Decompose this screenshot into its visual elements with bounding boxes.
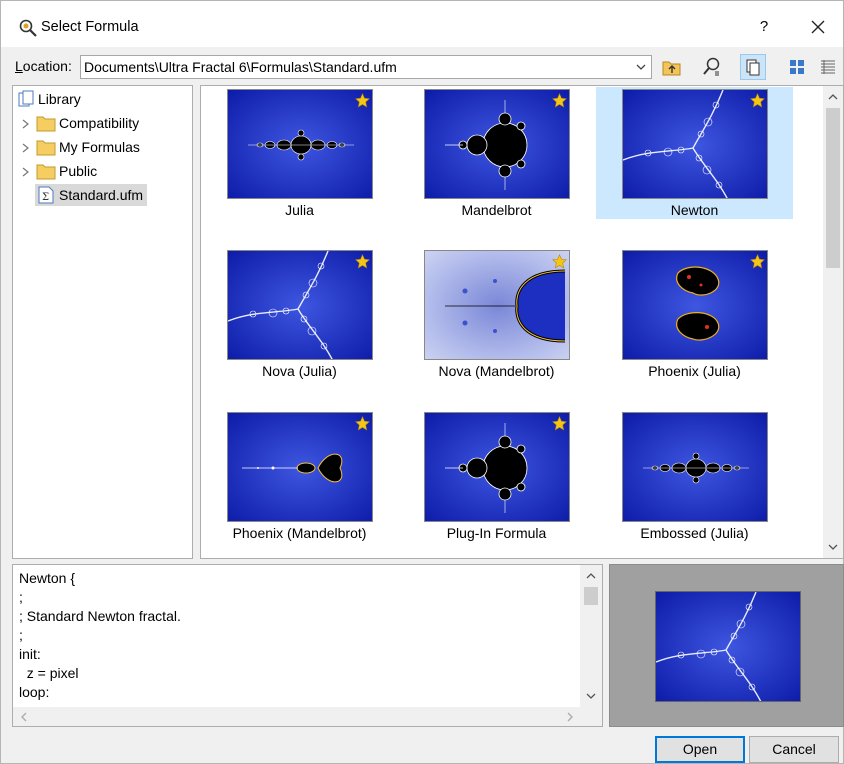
formula-card-nova-mandelbrot[interactable]: Nova (Mandelbrot)	[398, 248, 595, 380]
scroll-up-icon[interactable]	[828, 92, 838, 102]
location-combobox[interactable]: Documents\Ultra Fractal 6\Formulas\Stand…	[80, 55, 652, 79]
formula-card-mandelbrot[interactable]: Mandelbrot	[398, 87, 595, 219]
svg-text:Σ: Σ	[42, 192, 49, 203]
preview-image	[655, 591, 801, 702]
search-button[interactable]	[699, 54, 725, 80]
search-icon	[703, 57, 720, 76]
cancel-button[interactable]: Cancel	[749, 736, 839, 763]
open-button[interactable]: Open	[655, 736, 745, 763]
tree-item-compatibility[interactable]: Compatibility	[13, 112, 192, 134]
scrollbar-thumb[interactable]	[826, 108, 840, 268]
tree-item-label: My Formulas	[59, 139, 140, 155]
preview-panel	[609, 564, 844, 727]
close-icon	[811, 20, 825, 34]
gallery-scrollbar[interactable]	[823, 86, 843, 558]
tree-item-my-formulas[interactable]: My Formulas	[13, 136, 192, 158]
formula-card-phoenix-mandelbrot[interactable]: Phoenix (Mandelbrot)	[201, 410, 398, 542]
fractal-thumbnail	[424, 250, 570, 360]
star-icon[interactable]	[355, 93, 370, 108]
code-line: Newton {	[19, 570, 76, 586]
library-tree: Library Compatibility My Formulas Public…	[12, 85, 193, 559]
fractal-thumbnail	[622, 412, 768, 522]
chevron-right-icon[interactable]	[22, 143, 30, 153]
select-formula-dialog: Select Formula ? Location: Documents\Ult…	[0, 0, 844, 764]
code-horizontal-scrollbar[interactable]	[13, 707, 580, 726]
code-line: loop:	[19, 684, 50, 700]
code-line: z = pixel	[19, 665, 79, 681]
library-icon	[18, 90, 34, 107]
code-vertical-scrollbar[interactable]	[580, 565, 602, 707]
fractal-thumbnail	[424, 89, 570, 199]
details-view-icon	[821, 60, 835, 74]
scrollbar-thumb[interactable]	[584, 587, 598, 605]
formula-card-label: Phoenix (Mandelbrot)	[232, 525, 367, 541]
folder-icon	[36, 140, 56, 156]
scroll-left-icon[interactable]	[19, 712, 29, 722]
scroll-down-icon[interactable]	[828, 542, 838, 552]
star-icon[interactable]	[750, 93, 765, 108]
star-icon[interactable]	[355, 254, 370, 269]
formula-card-label: Mandelbrot	[461, 202, 532, 218]
close-button[interactable]	[798, 11, 838, 43]
fractal-thumbnail	[622, 250, 768, 360]
help-button[interactable]: ?	[746, 11, 782, 43]
formula-card-newton[interactable]: Newton	[596, 87, 793, 219]
formula-file-icon: Σ	[38, 186, 54, 204]
tree-item-library[interactable]: Library	[13, 88, 192, 110]
tree-item-standard-ufm[interactable]: Σ Standard.ufm	[13, 184, 192, 206]
tree-item-label: Library	[38, 91, 81, 107]
formula-card-julia[interactable]: Julia	[201, 87, 398, 219]
formula-card-label: Nova (Mandelbrot)	[438, 363, 555, 379]
formula-card-embossed-julia[interactable]: Embossed (Julia)	[596, 410, 793, 542]
code-line: ;	[19, 589, 23, 605]
code-line: ;	[19, 627, 23, 643]
copy-view-icon	[746, 59, 760, 76]
details-view-button[interactable]	[815, 54, 841, 80]
scroll-right-icon[interactable]	[565, 712, 575, 722]
formula-card-label: Plug-In Formula	[446, 525, 547, 541]
location-value: Documents\Ultra Fractal 6\Formulas\Stand…	[84, 59, 397, 75]
star-icon[interactable]	[750, 254, 765, 269]
formula-card-label: Phoenix (Julia)	[648, 363, 741, 379]
formula-card-phoenix-julia[interactable]: Phoenix (Julia)	[596, 248, 793, 380]
formula-card-plug-in-formula[interactable]: Plug-In Formula	[398, 410, 595, 542]
window-title: Select Formula	[41, 19, 139, 35]
fractal-thumbnail	[227, 89, 373, 199]
formula-magnifier-icon	[18, 18, 38, 38]
chevron-right-icon[interactable]	[22, 119, 30, 129]
title-bar: Select Formula ?	[1, 1, 843, 47]
formula-card-label: Julia	[285, 202, 314, 218]
fractal-thumbnail	[227, 412, 373, 522]
up-folder-icon	[662, 61, 681, 76]
code-line: init:	[19, 646, 41, 662]
formula-card-nova-julia[interactable]: Nova (Julia)	[201, 248, 398, 380]
large-icons-view-button[interactable]	[784, 54, 810, 80]
scroll-down-icon[interactable]	[586, 691, 596, 701]
tree-item-label: Compatibility	[59, 115, 140, 131]
code-line: ; Standard Newton fractal.	[19, 608, 181, 624]
star-icon[interactable]	[552, 416, 567, 431]
star-icon[interactable]	[552, 254, 567, 269]
formula-card-label: Newton	[670, 202, 719, 218]
formula-code-view[interactable]: Newton { ; ; Standard Newton fractal. ; …	[12, 564, 603, 727]
copy-view-button[interactable]	[740, 54, 766, 80]
folder-icon	[36, 116, 56, 132]
location-label: Location:	[15, 58, 72, 74]
fractal-thumbnail	[227, 250, 373, 360]
fractal-thumbnail	[424, 412, 570, 522]
tree-item-public[interactable]: Public	[13, 160, 192, 182]
formula-card-label: Embossed (Julia)	[640, 525, 749, 541]
folder-icon	[36, 164, 56, 180]
star-icon[interactable]	[355, 416, 370, 431]
tree-item-label: Standard.ufm	[59, 187, 144, 203]
formula-card-label: Nova (Julia)	[262, 363, 337, 379]
up-folder-button[interactable]	[659, 54, 685, 80]
large-icons-view-icon	[790, 60, 804, 74]
scroll-up-icon[interactable]	[586, 571, 596, 581]
chevron-down-icon[interactable]	[635, 61, 647, 73]
tree-item-label: Public	[59, 163, 98, 179]
fractal-thumbnail	[622, 89, 768, 199]
chevron-right-icon[interactable]	[22, 167, 30, 177]
star-icon[interactable]	[552, 93, 567, 108]
